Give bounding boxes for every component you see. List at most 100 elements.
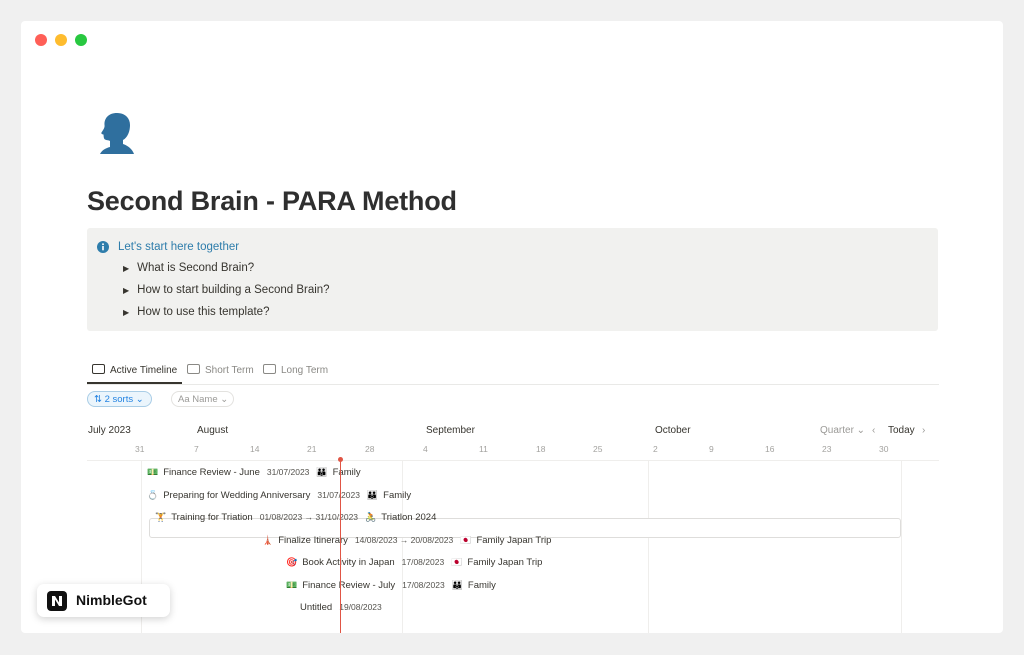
day-label: 28	[365, 444, 375, 454]
timeline-row[interactable]: 🎯 Book Activity in Japan 17/08/2023 🇯🇵 Famil…	[286, 552, 542, 572]
chevron-right-icon[interactable]: ›	[922, 425, 925, 436]
cyclist-icon: 🚴	[365, 512, 377, 522]
day-label: 21	[307, 444, 317, 454]
callout-heading: Let's start here together	[118, 241, 240, 253]
tab-label: Active Timeline	[110, 365, 178, 376]
project-tag[interactable]: 🚴 Triatlon 2024	[365, 512, 436, 523]
toggle-what-is-second-brain[interactable]: ▶ What is Second Brain?	[123, 262, 254, 274]
task-date: 01/08/2023 → 31/10/2023	[259, 512, 359, 522]
family-icon: 👪	[366, 490, 379, 500]
task-name: Finance Review - June	[163, 467, 260, 478]
task-date: 31/07/2023	[266, 467, 310, 477]
timeline-view-icon	[187, 364, 200, 374]
japan-flag-icon: 🇯🇵	[451, 557, 463, 567]
timeline-row[interactable]: 💵 Finance Review - July 17/08/2023 👪 Family	[286, 575, 496, 595]
task-name: Finance Review - July	[302, 580, 396, 591]
day-label: 30	[879, 444, 889, 454]
task-date: 17/08/2023	[402, 580, 445, 590]
ring-icon: 💍	[147, 490, 159, 500]
tab-short-term[interactable]: Short Term	[187, 364, 254, 376]
month-label: August	[197, 425, 229, 436]
task-name: Preparing for Wedding Anniversary	[163, 490, 311, 501]
project-tag[interactable]: 👪 Family	[367, 490, 411, 501]
toggle-label: What is Second Brain?	[137, 262, 255, 274]
family-icon: 👪	[451, 580, 463, 590]
task-date: 17/08/2023	[401, 557, 445, 567]
target-icon: 🎯	[286, 557, 298, 567]
month-gridline	[901, 461, 902, 633]
tag-label: Family Japan Trip	[476, 535, 552, 546]
task-name: Finalize Itinerary	[278, 535, 348, 546]
name-filter-button[interactable]: Aa Name ⌄	[171, 391, 234, 407]
app-window: Second Brain - PARA Method Let's start h…	[21, 21, 1003, 633]
family-icon: 👪	[316, 467, 328, 477]
tag-label: Triatlon 2024	[381, 512, 437, 523]
month-gridline	[648, 461, 649, 633]
chevron-left-icon[interactable]: ‹	[872, 425, 875, 436]
triangle-right-icon: ▶	[123, 264, 130, 273]
day-label: 16	[765, 444, 775, 454]
money-icon: 💵	[286, 580, 298, 590]
toggle-how-to-start[interactable]: ▶ How to start building a Second Brain?	[123, 284, 330, 296]
tab-long-term[interactable]: Long Term	[263, 364, 328, 376]
day-label: 9	[709, 444, 714, 454]
page-title: Second Brain - PARA Method	[87, 186, 457, 216]
timeline-row[interactable]: 🗼 Finalize Itinerary 14/08/2023 → 20/08/20…	[262, 530, 551, 550]
info-icon	[97, 241, 109, 253]
timeline-row[interactable]: 💍 Preparing for Wedding Anniversary 31/07/…	[147, 485, 411, 505]
day-label: 4	[423, 444, 428, 454]
triangle-right-icon: ▶	[123, 308, 130, 317]
month-label: September	[426, 425, 475, 436]
timeline-header-divider	[87, 460, 939, 461]
day-label: 7	[194, 444, 199, 454]
project-tag[interactable]: 👪 Family	[452, 580, 496, 591]
tokyo-tower-icon: 🗼	[262, 535, 274, 545]
task-date: 31/07/2023	[317, 490, 360, 500]
project-tag[interactable]: 🇯🇵 Family Japan Trip	[460, 535, 551, 546]
timeline-row[interactable]: 🏋 Training for Triation 01/08/2023 → 31/10…	[155, 507, 436, 527]
view-tabs: Active Timeline Short Term Long Term	[87, 358, 939, 385]
timeline-view-icon	[92, 364, 105, 374]
active-tab-indicator	[87, 382, 182, 384]
task-date: 14/08/2023 → 20/08/2023	[354, 535, 454, 545]
day-label: 18	[536, 444, 546, 454]
person-head-icon[interactable]	[99, 111, 135, 155]
minimize-window-button[interactable]	[55, 34, 67, 46]
tab-label: Long Term	[281, 365, 329, 376]
task-date: 19/08/2023	[339, 602, 382, 612]
tab-active-timeline[interactable]: Active Timeline	[92, 364, 177, 376]
day-label: 2	[653, 444, 658, 454]
triangle-right-icon: ▶	[123, 286, 130, 295]
tab-label: Short Term	[205, 365, 254, 376]
today-marker-line	[340, 459, 341, 633]
japan-flag-icon: 🇯🇵	[460, 535, 472, 545]
toggle-label: How to start building a Second Brain?	[137, 284, 330, 296]
task-name: Training for Triation	[171, 512, 253, 523]
day-label: 31	[135, 444, 145, 454]
nimblegot-logo-icon	[47, 591, 67, 611]
close-window-button[interactable]	[35, 34, 47, 46]
month-label: October	[655, 425, 691, 436]
task-name: Untitled	[300, 602, 333, 613]
timeline-row[interactable]: 💵 Finance Review - June 31/07/2023 👪 Family	[147, 462, 361, 482]
callout-block: Let's start here together ▶ What is Secon…	[87, 228, 938, 331]
today-button[interactable]: Today	[888, 425, 915, 436]
tag-label: Family	[332, 467, 361, 478]
sort-button[interactable]: ⇅ 2 sorts ⌄	[87, 391, 152, 407]
toggle-label: How to use this template?	[137, 306, 270, 318]
zoom-select[interactable]: Quarter ⌄	[820, 425, 865, 436]
project-tag[interactable]: 👪 Family	[316, 467, 360, 478]
project-tag[interactable]: 🇯🇵 Family Japan Trip	[451, 557, 542, 568]
tag-label: Family	[383, 490, 412, 501]
day-label: 25	[593, 444, 603, 454]
money-icon: 💵	[147, 467, 159, 477]
maximize-window-button[interactable]	[75, 34, 87, 46]
day-label: 11	[479, 444, 488, 454]
toggle-how-to-use[interactable]: ▶ How to use this template?	[123, 306, 269, 318]
task-name: Book Activity in Japan	[302, 557, 395, 568]
brand-badge: NimbleGot	[37, 584, 170, 617]
weightlifter-icon: 🏋	[155, 512, 167, 522]
brand-name: NimbleGot	[76, 592, 147, 608]
month-label: July 2023	[88, 425, 131, 436]
today-marker-dot	[338, 457, 343, 462]
